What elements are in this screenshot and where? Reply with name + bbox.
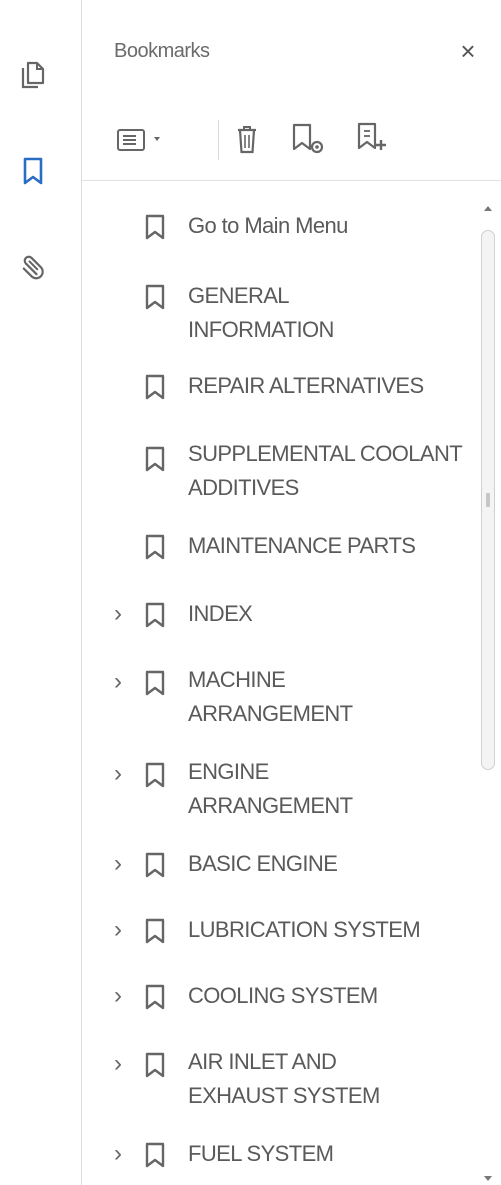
bookmark-label: MAINTENANCE PARTS <box>188 533 416 558</box>
bookmark-item-index[interactable]: › INDEX <box>82 593 477 639</box>
bookmark-icon <box>145 374 165 400</box>
bookmark-label: BASIC ENGINE <box>188 851 338 876</box>
expand-chevron-icon[interactable]: › <box>108 759 128 789</box>
bookmark-icon <box>145 602 165 628</box>
bookmark-label: GENERAL INFORMATION <box>188 283 334 342</box>
bookmark-item-repair-alternatives[interactable]: REPAIR ALTERNATIVES <box>82 363 477 409</box>
close-panel-button[interactable]: × <box>453 36 483 66</box>
scrollbar-grip <box>486 493 490 507</box>
bookmark-label: Go to Main Menu <box>188 213 348 238</box>
bookmark-icon <box>145 284 165 310</box>
bookmarks-panel: Bookmarks × Go to Main Menu GENERAL INFO… <box>82 0 501 1185</box>
bookmark-icon <box>145 534 165 560</box>
bookmark-item-machine-arrangement[interactable]: › MACHINE ARRANGEMENT <box>82 659 477 739</box>
delete-bookmark-button[interactable] <box>225 112 269 166</box>
add-child-bookmark-button[interactable] <box>347 112 397 166</box>
expand-chevron-icon[interactable]: › <box>108 667 128 697</box>
bookmark-item-maintenance-parts[interactable]: MAINTENANCE PARTS <box>82 525 477 571</box>
new-bookmark-icon <box>292 123 324 154</box>
expand-chevron-icon[interactable]: › <box>108 1139 128 1169</box>
bookmark-icon <box>145 852 165 878</box>
pages-icon <box>21 61 45 89</box>
bookmark-label: AIR INLET AND EXHAUST SYSTEM <box>188 1049 380 1108</box>
bookmark-item-go-to-main-menu[interactable]: Go to Main Menu <box>82 195 477 257</box>
navigation-rail <box>0 0 82 1185</box>
bookmark-item-cooling-system[interactable]: › COOLING SYSTEM <box>82 975 477 1021</box>
bookmark-item-engine-arrangement[interactable]: › ENGINE ARRANGEMENT <box>82 751 477 831</box>
expand-chevron-icon[interactable]: › <box>108 915 128 945</box>
options-menu-button[interactable] <box>107 112 177 166</box>
bookmarks-sidebar: Bookmarks × Go to Main Menu GENERAL INFO… <box>0 0 501 1185</box>
expand-chevron-icon[interactable]: › <box>108 599 128 629</box>
attachments-button[interactable] <box>10 242 56 288</box>
toolbar-divider <box>82 180 501 181</box>
toolbar-separator <box>218 120 219 160</box>
bookmark-icon <box>145 1142 165 1168</box>
bookmark-item-supplemental-coolant-additives[interactable]: SUPPLEMENTAL COOLANT ADDITIVES <box>82 433 477 513</box>
scroll-down-arrow-icon[interactable] <box>484 1176 492 1181</box>
bookmark-item-fuel-system[interactable]: › FUEL SYSTEM <box>82 1133 477 1179</box>
bookmark-item-lubrication-system[interactable]: › LUBRICATION SYSTEM <box>82 909 477 955</box>
expand-chevron-icon[interactable]: › <box>108 981 128 1011</box>
trash-icon <box>238 126 256 154</box>
bookmark-icon <box>145 918 165 944</box>
expand-chevron-icon[interactable]: › <box>108 849 128 879</box>
bookmark-label: ENGINE ARRANGEMENT <box>188 759 353 818</box>
bookmark-item-air-inlet-and-exhaust-system[interactable]: › AIR INLET AND EXHAUST SYSTEM <box>82 1041 477 1121</box>
bookmark-icon <box>145 762 165 788</box>
bookmark-item-general-information[interactable]: GENERAL INFORMATION <box>82 271 477 351</box>
bookmark-icon <box>145 446 165 472</box>
bookmark-label: SUPPLEMENTAL COOLANT ADDITIVES <box>188 441 462 500</box>
bookmark-item-basic-engine[interactable]: › BASIC ENGINE <box>82 843 477 889</box>
expand-bookmark-icon <box>357 122 386 150</box>
new-bookmark-button[interactable] <box>283 112 333 166</box>
bookmark-icon <box>23 157 43 185</box>
bookmark-label: LUBRICATION SYSTEM <box>188 917 421 942</box>
bookmark-label: INDEX <box>188 601 253 626</box>
vertical-scrollbar[interactable] <box>478 200 498 1185</box>
bookmarks-toolbar <box>107 112 487 166</box>
bookmark-icon <box>145 670 165 696</box>
paperclip-icon <box>22 255 44 280</box>
expand-chevron-icon[interactable]: › <box>108 1049 128 1079</box>
bookmark-icon <box>145 214 165 240</box>
options-menu-icon <box>117 129 160 151</box>
bookmarks-panel-button[interactable] <box>10 148 56 194</box>
bookmark-icon <box>145 984 165 1010</box>
bookmark-label: FUEL SYSTEM <box>188 1141 334 1166</box>
scroll-up-arrow-icon[interactable] <box>484 206 492 211</box>
scrollbar-thumb[interactable] <box>481 230 495 770</box>
bookmark-label: MACHINE ARRANGEMENT <box>188 667 353 726</box>
bookmark-label: REPAIR ALTERNATIVES <box>188 373 424 398</box>
bookmark-icon <box>145 1052 165 1078</box>
panel-title: Bookmarks <box>114 40 210 62</box>
bookmark-label: COOLING SYSTEM <box>188 983 378 1008</box>
page-thumbnails-button[interactable] <box>10 52 56 98</box>
